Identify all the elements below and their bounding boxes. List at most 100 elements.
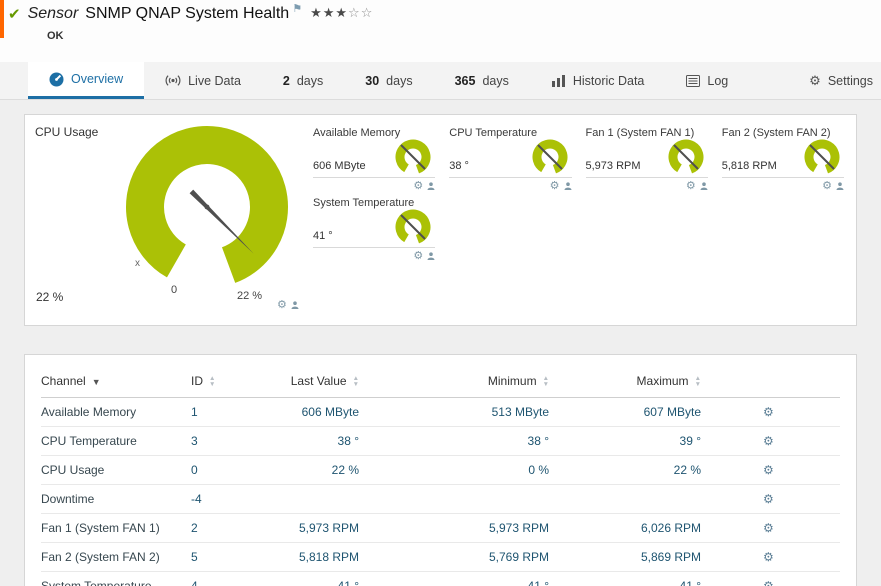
- channel-id: 0: [191, 455, 261, 485]
- column-header-minimum[interactable]: Minimum ▲ ▼: [359, 363, 549, 398]
- channel-settings-icon[interactable]: ⚙: [763, 463, 774, 477]
- gauge-title: System Temperature: [313, 197, 415, 209]
- channel-maximum: 5,869 RPM: [549, 542, 701, 572]
- overview-gauge-icon: [49, 72, 64, 86]
- person-icon[interactable]: [836, 181, 844, 190]
- person-icon[interactable]: [291, 300, 299, 309]
- priority-stars[interactable]: ★★★☆☆: [310, 5, 373, 21]
- channel-maximum: 6,026 RPM: [549, 513, 701, 543]
- gauge-settings-icon[interactable]: ⚙: [822, 179, 832, 192]
- channel-settings-icon[interactable]: ⚙: [763, 492, 774, 506]
- bar-chart-icon: [551, 74, 565, 87]
- channel-id: 3: [191, 426, 261, 456]
- gauge-settings-icon[interactable]: ⚙: [277, 298, 287, 311]
- channel-id: -4: [191, 484, 261, 514]
- tab-overview[interactable]: Overview: [28, 62, 145, 99]
- channel-maximum: 22 %: [549, 455, 701, 485]
- gauge-scale-max: 22 %: [237, 290, 263, 302]
- channel-minimum: 0 %: [359, 455, 549, 485]
- channel-minimum: 513 MByte: [359, 397, 549, 427]
- person-icon[interactable]: [700, 181, 708, 190]
- gauge-card-fan-1: Fan 1 (System FAN 1) 5,973 RPM ⚙: [584, 123, 720, 193]
- channel-settings-icon[interactable]: ⚙: [763, 550, 774, 564]
- channel-name: Downtime: [41, 484, 191, 514]
- gauge-value: 5,973 RPM: [585, 160, 641, 172]
- tab-2-days-word: days: [296, 73, 324, 88]
- column-label: ID: [191, 374, 203, 388]
- gauge-settings-icon[interactable]: ⚙: [413, 249, 423, 262]
- stars-filled: ★★★: [310, 5, 349, 20]
- tab-365-days-word: days: [482, 73, 509, 88]
- gauge-card-cpu-temperature: CPU Temperature 38 ° ⚙: [447, 123, 583, 193]
- channel-name: System Temperature: [41, 571, 191, 586]
- person-icon[interactable]: [564, 181, 572, 190]
- column-label: Channel: [41, 374, 86, 388]
- channel-id: 5: [191, 542, 261, 572]
- page-header: ✔ Sensor SNMP QNAP System Health ⚑ ★★★☆☆…: [0, 0, 881, 62]
- table-row: Downtime -4 ⚙: [41, 484, 840, 514]
- channel-maximum: 39 °: [549, 426, 701, 456]
- tab-live-data[interactable]: Live Data: [144, 62, 262, 99]
- channel-settings-icon[interactable]: ⚙: [763, 405, 774, 419]
- tab-365-days[interactable]: 365 days: [434, 62, 530, 99]
- gauge-settings-icon[interactable]: ⚙: [686, 179, 696, 192]
- channel-settings-icon[interactable]: ⚙: [763, 434, 774, 448]
- cpu-usage-gauge-dial: [126, 126, 288, 288]
- column-header-last-value[interactable]: Last Value ▲ ▼: [261, 363, 359, 398]
- channel-last-value: 5,818 RPM: [261, 542, 359, 572]
- object-kind-label: Sensor: [27, 5, 79, 22]
- channel-maximum: 607 MByte: [549, 397, 701, 427]
- channel-name: Fan 2 (System FAN 2): [41, 542, 191, 572]
- small-gauges-grid: Available Memory 606 MByte ⚙ CPU Tempera…: [311, 115, 856, 325]
- channel-settings-icon[interactable]: ⚙: [763, 521, 774, 535]
- channel-id: 4: [191, 571, 261, 586]
- channel-id: 2: [191, 513, 261, 543]
- sort-icon: ▲ ▼: [209, 375, 216, 388]
- gauge-card-system-temperature: System Temperature 41 ° ⚙: [311, 193, 447, 263]
- mini-gauge-dial: [532, 139, 567, 175]
- ok-check-icon: ✔: [8, 6, 21, 23]
- channel-minimum: 5,973 RPM: [359, 513, 549, 543]
- column-header-id[interactable]: ID ▲ ▼: [191, 363, 261, 398]
- channel-settings-icon[interactable]: ⚙: [763, 579, 774, 586]
- channel-name: CPU Usage: [41, 455, 191, 485]
- tab-log[interactable]: Log: [665, 62, 749, 99]
- gauge-title: Fan 2 (System FAN 2): [721, 127, 831, 139]
- gauge-value: 5,818 RPM: [721, 160, 777, 172]
- tab-overview-label: Overview: [71, 72, 124, 86]
- sort-icon: ▲ ▼: [694, 375, 701, 388]
- channels-table-panel: Channel ▼ ID ▲ ▼ Last Value ▲ ▼ Minimum ▲ ▼ Max…: [24, 354, 857, 586]
- person-icon[interactable]: [427, 251, 435, 260]
- status-accent-bar: [0, 0, 4, 38]
- channel-name: CPU Temperature: [41, 426, 191, 456]
- broadcast-icon: [165, 75, 181, 86]
- gauge-settings-icon[interactable]: ⚙: [550, 179, 560, 192]
- person-icon[interactable]: [427, 181, 435, 190]
- column-header-maximum[interactable]: Maximum ▲ ▼: [549, 363, 701, 398]
- table-row: Fan 1 (System FAN 1) 2 5,973 RPM 5,973 R…: [41, 513, 840, 543]
- gauge-settings-icon[interactable]: ⚙: [413, 179, 423, 192]
- tab-30-days-word: days: [386, 73, 413, 88]
- table-row: Available Memory 1 606 MByte 513 MByte 6…: [41, 397, 840, 427]
- tab-365-days-number: 365: [454, 73, 476, 88]
- status-badge: OK: [47, 30, 64, 42]
- tab-settings[interactable]: ⚙ Settings: [788, 62, 881, 99]
- sort-active-icon: ▼: [91, 377, 101, 387]
- gauge-title: Available Memory: [313, 127, 401, 139]
- channel-minimum: 5,769 RPM: [359, 542, 549, 572]
- column-header-channel[interactable]: Channel ▼: [41, 363, 191, 398]
- gauge-title: CPU Temperature: [449, 127, 538, 139]
- flag-icon[interactable]: ⚑: [292, 2, 302, 15]
- tab-historic-data[interactable]: Historic Data: [530, 62, 666, 99]
- gauge-value: 41 °: [313, 230, 333, 242]
- mini-gauge-dial: [804, 139, 840, 175]
- gauge-title: Fan 1 (System FAN 1): [585, 127, 695, 139]
- tab-2-days[interactable]: 2 days: [262, 62, 344, 99]
- page-title: SNMP QNAP System Health: [85, 5, 290, 22]
- column-label: Maximum: [636, 374, 689, 388]
- column-header-actions: [701, 363, 840, 398]
- table-row: CPU Temperature 3 38 ° 38 ° 39 ° ⚙: [41, 426, 840, 456]
- gauge-title: CPU Usage: [35, 125, 99, 139]
- tab-30-days[interactable]: 30 days: [344, 62, 433, 99]
- column-label: Last Value: [290, 374, 347, 388]
